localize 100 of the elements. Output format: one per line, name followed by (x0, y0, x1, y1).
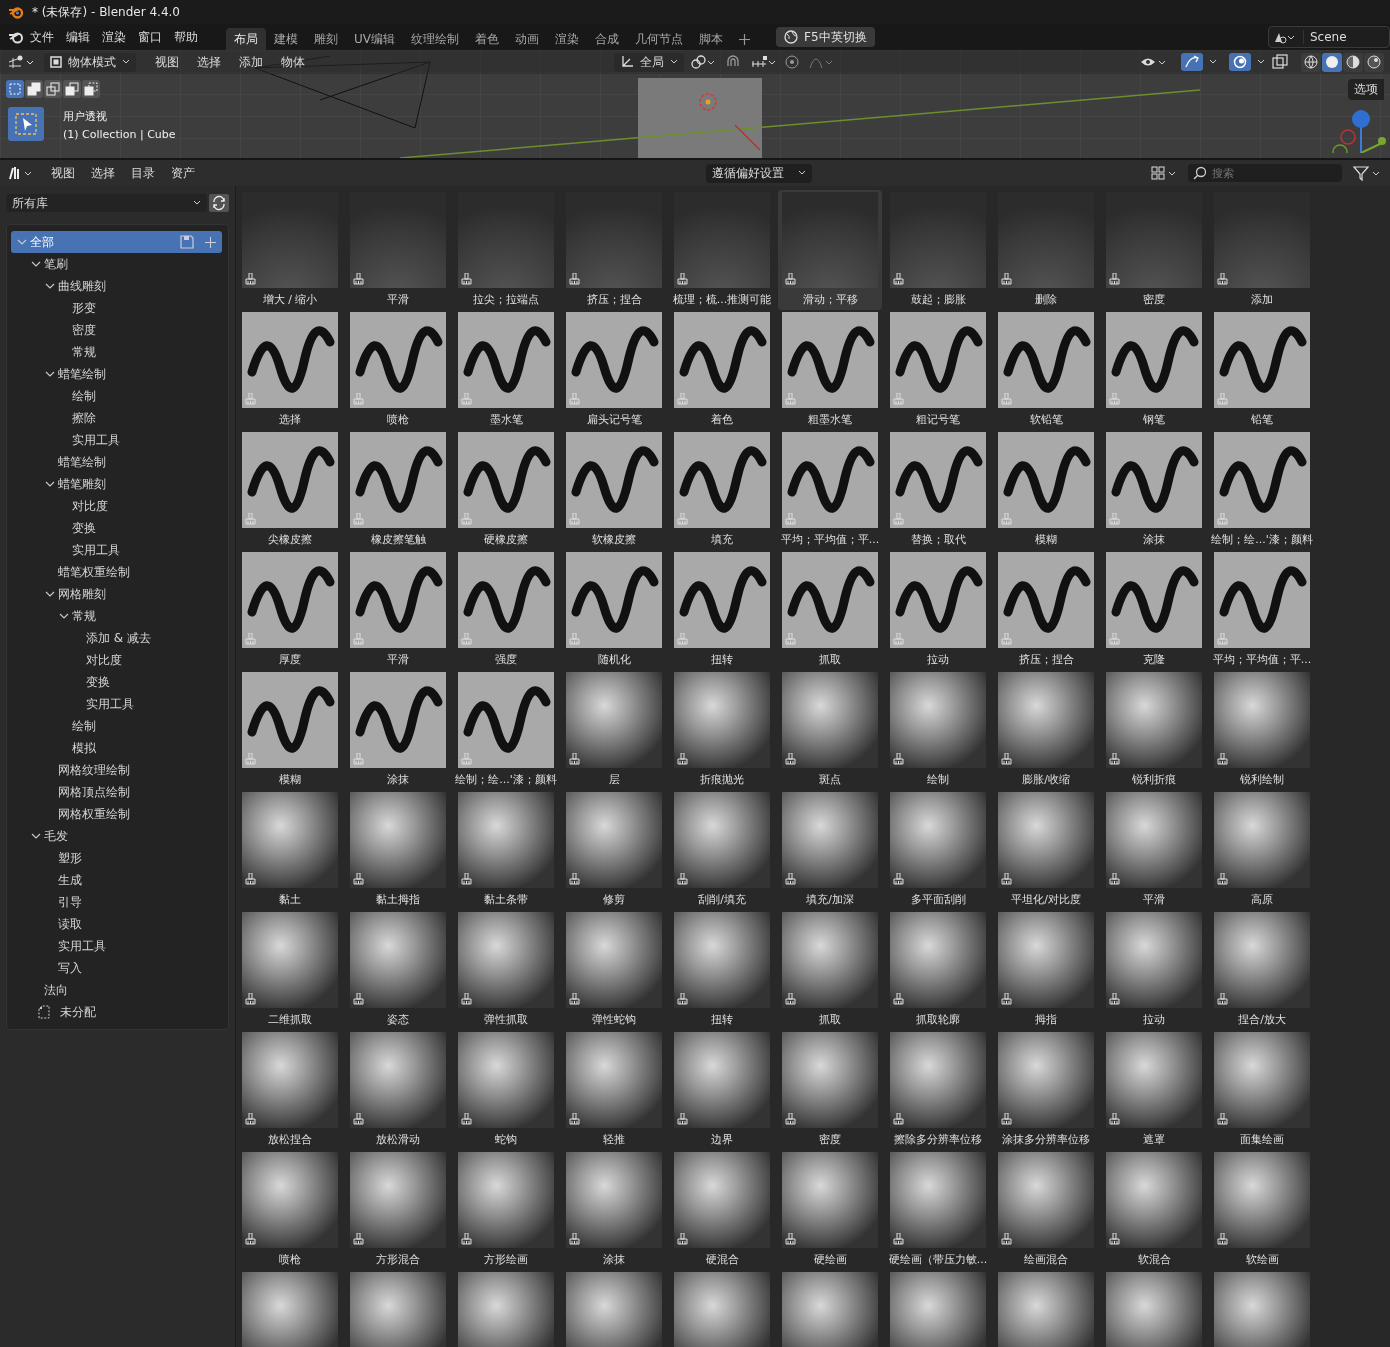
workspace-tab[interactable]: 脚本 (691, 28, 731, 50)
chevron-down-icon[interactable] (1209, 59, 1217, 65)
brush-asset[interactable]: 橡皮擦笔触 (346, 430, 450, 550)
orientation-dropdown[interactable]: 全局 (613, 52, 684, 72)
menu-item[interactable]: 资产 (164, 164, 202, 182)
brush-asset[interactable]: 黏土 (238, 790, 342, 910)
brush-asset[interactable]: 捏合/放大 (1210, 910, 1314, 1030)
catalog-tree-item[interactable]: 密度 (11, 319, 222, 341)
brush-asset[interactable]: 修剪 (562, 790, 666, 910)
catalog-tree-item[interactable]: 绘制 (11, 385, 222, 407)
brush-asset[interactable]: 替换；取代 (886, 430, 990, 550)
import-method-dropdown[interactable]: 遵循偏好设置 (705, 163, 812, 183)
brush-asset[interactable]: 硬橡皮擦 (454, 430, 558, 550)
transform-gizmo-icon[interactable] (6, 54, 36, 70)
brush-asset[interactable]: 弹性抓取 (454, 910, 558, 1030)
catalog-tree-item[interactable]: 实用工具 (11, 693, 222, 715)
workspace-tab[interactable]: 几何节点 (627, 28, 691, 50)
pivot-link-icon[interactable] (689, 54, 716, 70)
sidebar-tab[interactable]: 选项 (1348, 78, 1384, 100)
menu-item[interactable]: 编辑 (60, 28, 96, 46)
brush-asset[interactable]: 喷枪 (346, 310, 450, 430)
brush-asset[interactable]: 涂抹多分辨率位移 (994, 1030, 1098, 1150)
workspace-tab[interactable]: 动画 (507, 28, 547, 50)
brush-asset[interactable]: 挤压；捏合 (994, 550, 1098, 670)
catalog-tree-item[interactable]: 实用工具 (11, 539, 222, 561)
mode-dropdown[interactable]: 物体模式 (44, 52, 136, 72)
brush-asset[interactable]: 随机化 (562, 550, 666, 670)
brush-asset[interactable]: 拉尖；拉端点 (454, 190, 558, 310)
brush-asset[interactable]: 锐利绘制 (1210, 670, 1314, 790)
catalog-tree-item[interactable]: 蜡笔雕刻 (11, 473, 222, 495)
catalog-tree-item[interactable]: 网格权重绘制 (11, 803, 222, 825)
material-shading-icon[interactable] (1343, 52, 1363, 72)
brush-asset[interactable]: 扭转 (670, 550, 774, 670)
brush-asset[interactable]: 抓取 (778, 550, 882, 670)
workspace-tab[interactable]: 建模 (266, 28, 306, 50)
catalog-tree-item[interactable]: 对比度 (11, 495, 222, 517)
brush-asset[interactable]: 硬绘画 (778, 1150, 882, 1270)
brush-asset[interactable]: 尖橡皮擦 (238, 430, 342, 550)
brush-asset[interactable]: 抓取轮廓 (886, 910, 990, 1030)
difference-selection-mode-icon[interactable] (63, 80, 81, 98)
catalog-tree-item[interactable]: 常规 (11, 605, 222, 627)
blender-logo-icon[interactable] (8, 30, 24, 44)
brush-asset[interactable]: 擦除多分辨率位移 (886, 1030, 990, 1150)
brush-asset[interactable]: 软绘画 (1210, 1150, 1314, 1270)
brush-asset[interactable]: 挤压；捏合 (562, 190, 666, 310)
catalog-tree-item[interactable]: 未分配 (11, 1001, 222, 1023)
catalog-tree-item[interactable]: 形变 (11, 297, 222, 319)
brush-asset[interactable]: 高原 (1210, 790, 1314, 910)
catalog-tree-item[interactable]: 法向 (11, 979, 222, 1001)
workspace-tab[interactable]: 纹理绘制 (403, 28, 467, 50)
brush-asset[interactable]: 放松滑动 (346, 1030, 450, 1150)
brush-asset[interactable]: 墨水笔 (454, 310, 558, 430)
save-icon[interactable] (180, 235, 194, 249)
menu-item[interactable]: 选择 (190, 53, 228, 71)
search-field[interactable]: 搜索 (1188, 164, 1342, 182)
scene-selector[interactable]: Scene (1268, 26, 1390, 48)
brush-asset[interactable]: 拇指 (994, 910, 1098, 1030)
proportional-edit-icon[interactable] (783, 54, 800, 70)
solid-shading-icon[interactable] (1322, 52, 1342, 72)
chevron-icon[interactable] (45, 480, 55, 488)
catalog-tree-item[interactable]: 网格顶点绘制 (11, 781, 222, 803)
brush-asset[interactable]: 钢笔 (1102, 310, 1206, 430)
chevron-icon[interactable] (45, 370, 55, 378)
menu-item[interactable]: 选择 (84, 164, 122, 182)
grid-view-icon[interactable] (1150, 165, 1178, 181)
brush-asset[interactable]: 刮削/填充 (670, 790, 774, 910)
brush-asset[interactable]: 密度 (1102, 190, 1206, 310)
workspace-tab[interactable]: UV编辑 (346, 28, 403, 50)
brush-asset[interactable]: 扁头记号笔 (562, 310, 666, 430)
overlay-toggle-icon[interactable] (1229, 53, 1251, 71)
catalog-tree-item[interactable]: 变换 (11, 671, 222, 693)
brush-asset[interactable]: 硬混合 (670, 1150, 774, 1270)
brush-asset[interactable]: 滑动；平移 (778, 190, 882, 310)
menu-item[interactable]: 帮助 (168, 28, 204, 46)
wireframe-shading-icon[interactable] (1301, 52, 1321, 72)
catalog-tree-item[interactable]: 网格纹理绘制 (11, 759, 222, 781)
brush-asset[interactable]: 密度 (778, 1030, 882, 1150)
brush-asset[interactable]: 拉动 (1102, 910, 1206, 1030)
brush-asset[interactable]: 扭转 (670, 910, 774, 1030)
brush-asset[interactable]: 添加 (1210, 190, 1314, 310)
xray-toggle-icon[interactable] (1271, 53, 1289, 71)
brush-asset[interactable]: 平均；平均值；平... (778, 430, 882, 550)
refresh-icon[interactable] (209, 194, 229, 212)
brush-asset[interactable]: 面集绘画 (1210, 1030, 1314, 1150)
brush-asset[interactable]: 模糊 (238, 670, 342, 790)
brush-asset[interactable]: 克隆 (1102, 550, 1206, 670)
catalog-tree-item[interactable]: 实用工具 (11, 429, 222, 451)
brush-asset[interactable]: 锐利折痕 (1102, 670, 1206, 790)
chevron-icon[interactable] (31, 260, 41, 268)
brush-asset[interactable]: 增大 / 缩小 (238, 190, 342, 310)
brush-asset[interactable]: 粗墨水笔 (778, 310, 882, 430)
brush-asset[interactable]: 喷枪 (238, 1150, 342, 1270)
brush-asset[interactable]: 二维抓取 (238, 910, 342, 1030)
add-icon[interactable] (205, 236, 216, 248)
brush-asset[interactable]: 删除 (994, 190, 1098, 310)
brush-asset[interactable]: 平滑 (346, 550, 450, 670)
catalog-tree-item[interactable]: 蜡笔绘制 (11, 363, 222, 385)
catalog-tree-item[interactable]: 添加 & 减去 (11, 627, 222, 649)
library-dropdown[interactable]: 所有库 (6, 194, 207, 212)
brush-asset[interactable]: 绘制；绘...'漆；颜料 (454, 670, 558, 790)
